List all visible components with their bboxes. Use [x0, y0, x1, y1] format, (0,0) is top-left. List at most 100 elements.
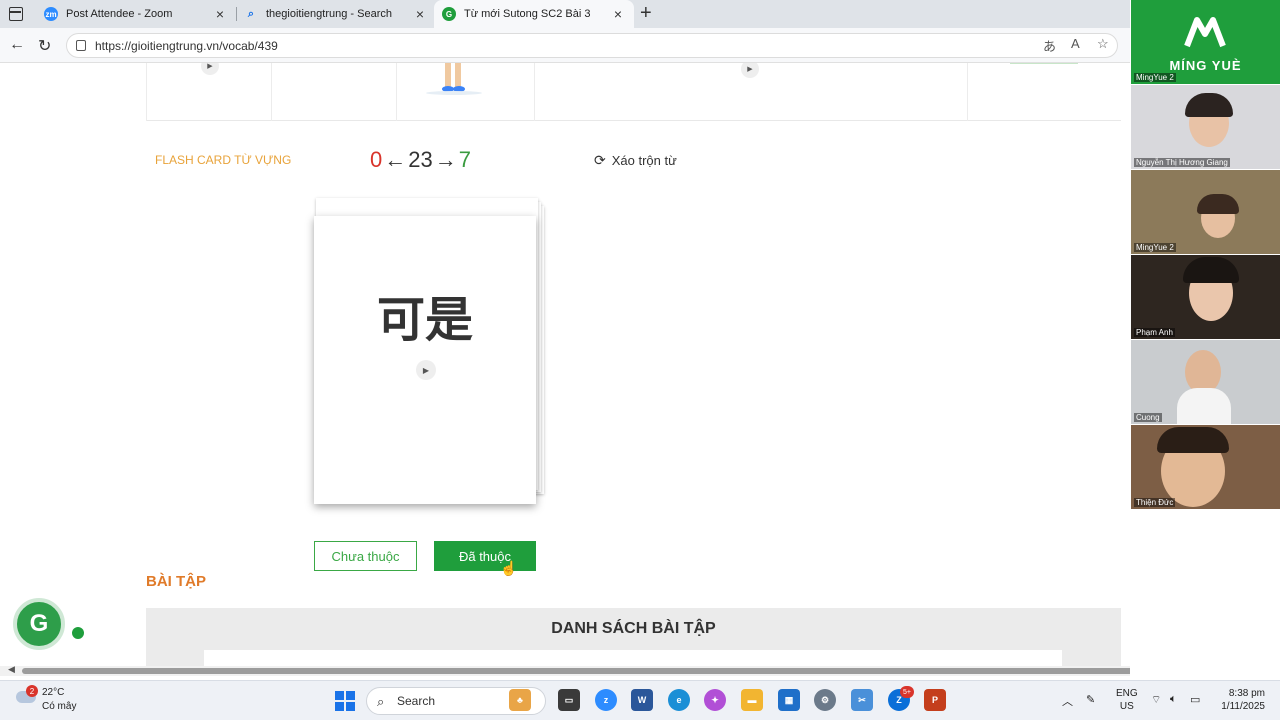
- flashcard-counter: 0 ← 23 → 7: [370, 147, 471, 173]
- zoom-favicon-icon: zm: [44, 7, 58, 21]
- network-pen-icon[interactable]: ✎: [1086, 693, 1095, 706]
- store-icon[interactable]: ▦: [778, 689, 800, 711]
- translate-icon[interactable]: あ: [1043, 36, 1056, 55]
- shuffle-button[interactable]: ⟳ Xáo trộn từ: [594, 152, 677, 169]
- clock-time: 8:38 pm: [1228, 688, 1265, 699]
- participant-hair: [1185, 93, 1233, 117]
- video-tile[interactable]: Thiện Đức: [1131, 425, 1280, 509]
- video-tile[interactable]: MingYue 2: [1131, 170, 1280, 254]
- card-word: 可是: [376, 292, 473, 348]
- play-audio-icon[interactable]: ▶: [416, 360, 436, 380]
- close-icon[interactable]: ×: [610, 6, 626, 22]
- participant-hair: [1157, 427, 1229, 453]
- lock-icon: [76, 40, 86, 51]
- search-favicon-icon: ⌕: [247, 7, 255, 20]
- copilot-icon[interactable]: ✦: [704, 689, 726, 711]
- participant-hair: [1183, 257, 1239, 283]
- learned-count: 7: [458, 147, 471, 172]
- vocab-cell: ▶: [146, 63, 271, 121]
- show-hidden-icons[interactable]: ︿: [1062, 693, 1073, 709]
- weather-temp: 22°C: [42, 687, 65, 698]
- vocab-table-row: ▶ ▶: [146, 63, 1121, 121]
- task-view-icon[interactable]: ▭: [558, 689, 580, 711]
- exercise-list-body: [204, 650, 1062, 666]
- settings-gear-icon[interactable]: ⚙: [814, 689, 836, 711]
- page-content: ▶ ▶ FLASH CARD TỪ VỰNG 0 ← 23 → 7 ⟳ Xáo …: [0, 63, 1130, 666]
- language-indicator[interactable]: ENG US: [1116, 687, 1138, 713]
- flashcard-stack: 可是 ▶: [314, 196, 546, 506]
- file-explorer-icon[interactable]: ▬: [741, 689, 763, 711]
- reload-icon[interactable]: ↻: [38, 36, 51, 56]
- tab-search[interactable]: ⌕ thegioitiengtrung - Search ×: [236, 0, 436, 28]
- participant-name: Phạm Anh: [1134, 328, 1175, 337]
- vocab-cell: ▶: [534, 63, 967, 121]
- flashcard-section-label: FLASH CARD TỪ VỰNG: [155, 153, 292, 167]
- edge-browser-icon[interactable]: e: [668, 689, 690, 711]
- notification-badge: 5+: [900, 686, 914, 698]
- lang-region: US: [1119, 701, 1134, 712]
- wifi-icon[interactable]: ⌔: [1151, 693, 1161, 707]
- search-icon: ⌕: [377, 694, 385, 709]
- url-text: https://gioitiengtrung.vn/vocab/439: [95, 38, 278, 53]
- participant-name: Thiện Đức: [1134, 498, 1176, 507]
- zoom-app-icon[interactable]: z: [595, 689, 617, 711]
- shuffle-icon: ⟳: [594, 152, 606, 168]
- scrollbar-thumb[interactable]: [22, 668, 1154, 674]
- powerpoint-app-icon[interactable]: P: [924, 689, 946, 711]
- vocab-cell: [396, 63, 534, 121]
- tab-vocab[interactable]: G Từ mới Sutong SC2 Bài 3 ×: [434, 0, 634, 28]
- mouse-cursor-icon: ☝: [500, 560, 518, 576]
- browser-toolbar: ← ↻ https://gioitiengtrung.vn/vocab/439 …: [0, 28, 1130, 63]
- tab-zoom[interactable]: zm Post Attendee - Zoom ×: [36, 0, 236, 28]
- volume-icon[interactable]: 🔈︎: [1170, 693, 1177, 706]
- vocab-cell: [967, 63, 1121, 121]
- logo-text: MÍNG YUÈ: [1169, 58, 1242, 73]
- windows-taskbar: 2 22°C Có mây ⌕ Search ♣ ▭ z W e ✦ ▬ ▦ ⚙…: [0, 680, 1280, 720]
- window-menu-icon[interactable]: [9, 7, 23, 21]
- vocab-illustration-icon: [426, 63, 482, 95]
- tab-title: Từ mới Sutong SC2 Bài 3: [464, 8, 591, 20]
- participant-name: Nguyễn Thị Hương Giang: [1134, 158, 1230, 167]
- address-bar[interactable]: https://gioitiengtrung.vn/vocab/439 あ A …: [66, 33, 1118, 58]
- play-icon[interactable]: ▶: [201, 63, 219, 75]
- chat-widget-button[interactable]: G: [13, 598, 65, 650]
- battery-icon[interactable]: ▭: [1190, 693, 1200, 706]
- lang-code: ENG: [1116, 688, 1138, 699]
- video-tile[interactable]: Nguyễn Thị Hương Giang: [1131, 85, 1280, 169]
- not-learned-button[interactable]: Chưa thuộc: [314, 541, 417, 571]
- arrow-right-icon: →: [434, 147, 457, 172]
- clock-date: 1/11/2025: [1221, 701, 1265, 712]
- zoom-video-panel: MÍNG YUÈ MingYue 2 Nguyễn Thị Hương Gian…: [1130, 0, 1280, 676]
- weather-badge: 2: [26, 685, 38, 697]
- word-app-icon[interactable]: W: [631, 689, 653, 711]
- video-tile[interactable]: Cuong: [1131, 340, 1280, 424]
- not-learned-count: 0: [370, 147, 383, 172]
- read-aloud-icon[interactable]: A: [1071, 36, 1080, 51]
- favorite-star-icon[interactable]: ☆: [1097, 36, 1109, 52]
- participant-shirt: [1177, 388, 1231, 424]
- scroll-left-icon[interactable]: ◀: [8, 664, 15, 675]
- new-tab-icon[interactable]: +: [640, 2, 652, 25]
- tab-title: Post Attendee - Zoom: [66, 8, 173, 20]
- system-clock[interactable]: 8:38 pm 1/11/2025: [1215, 687, 1265, 713]
- video-tile[interactable]: Phạm Anh: [1131, 255, 1280, 339]
- back-icon[interactable]: ←: [9, 36, 25, 54]
- vocab-cell: [271, 63, 396, 121]
- search-highlight-icon: ♣: [509, 689, 531, 711]
- flashcard[interactable]: 可是 ▶: [314, 216, 536, 504]
- tab-strip: zm Post Attendee - Zoom × ⌕ thegioitieng…: [0, 0, 1130, 28]
- participant-name: MingYue 2: [1134, 73, 1176, 82]
- close-icon[interactable]: ×: [412, 6, 428, 22]
- horizontal-scrollbar[interactable]: ◀ ▶: [0, 664, 1266, 676]
- exercise-list-panel: DANH SÁCH BÀI TẬP: [146, 608, 1121, 666]
- snipping-tool-icon[interactable]: ✂: [851, 689, 873, 711]
- close-icon[interactable]: ×: [212, 6, 228, 22]
- learned-button[interactable]: Đã thuộc: [434, 541, 536, 571]
- start-button[interactable]: [335, 691, 355, 711]
- participant-hair: [1197, 194, 1239, 214]
- total-count: 23: [408, 147, 433, 172]
- exercises-heading: BÀI TẬP: [146, 573, 206, 590]
- video-tile[interactable]: MÍNG YUÈ MingYue 2: [1131, 0, 1280, 84]
- play-icon[interactable]: ▶: [741, 63, 759, 78]
- participant-name: MingYue 2: [1134, 243, 1176, 252]
